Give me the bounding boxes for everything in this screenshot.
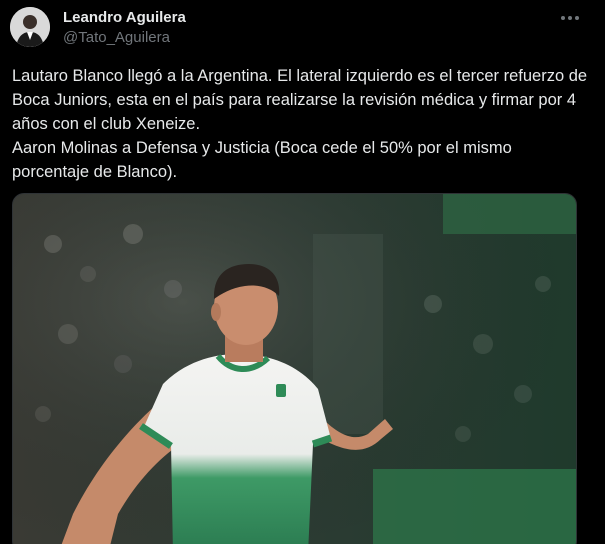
author-handle[interactable]: @Tato_Aguilera: [63, 28, 186, 48]
user-avatar-icon: [10, 7, 50, 47]
author-display-name[interactable]: Leandro Aguilera: [63, 8, 186, 28]
more-options-button[interactable]: [559, 10, 581, 26]
tweet-header: Leandro Aguilera @Tato_Aguilera: [63, 8, 186, 48]
tweet-media[interactable]: [12, 193, 577, 544]
author-avatar[interactable]: [10, 7, 50, 47]
tweet-card: Leandro Aguilera @Tato_Aguilera Lautaro …: [0, 0, 605, 544]
tweet-text: Lautaro Blanco llegó a la Argentina. El …: [12, 67, 588, 181]
football-player-photo: [13, 194, 576, 544]
more-horizontal-icon: [561, 16, 579, 20]
